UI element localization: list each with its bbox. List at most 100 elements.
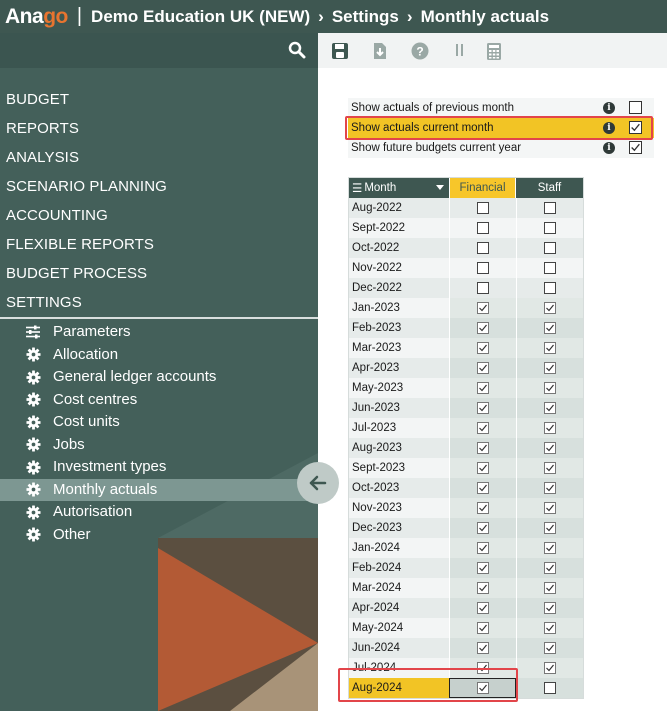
submenu-item-other[interactable]: Other bbox=[0, 524, 318, 547]
financial-checkbox[interactable] bbox=[477, 262, 489, 274]
table-row[interactable]: Dec-2022 bbox=[349, 278, 583, 298]
table-row[interactable]: Mar-2023 bbox=[349, 338, 583, 358]
staff-checkbox[interactable] bbox=[544, 302, 556, 314]
staff-checkbox[interactable] bbox=[544, 502, 556, 514]
staff-checkbox[interactable] bbox=[544, 642, 556, 654]
financial-checkbox[interactable] bbox=[477, 602, 489, 614]
table-row[interactable]: Oct-2023 bbox=[349, 478, 583, 498]
staff-checkbox[interactable] bbox=[544, 562, 556, 574]
staff-checkbox[interactable] bbox=[544, 402, 556, 414]
financial-checkbox[interactable] bbox=[477, 362, 489, 374]
financial-checkbox[interactable] bbox=[477, 522, 489, 534]
submenu-item-cost-units[interactable]: Cost units bbox=[0, 411, 318, 434]
table-row[interactable]: Jun-2024 bbox=[349, 638, 583, 658]
table-row[interactable]: May-2023 bbox=[349, 378, 583, 398]
staff-checkbox[interactable] bbox=[544, 622, 556, 634]
table-row[interactable]: Jan-2024 bbox=[349, 538, 583, 558]
option-checkbox[interactable] bbox=[629, 141, 642, 154]
submenu-item-jobs[interactable]: Jobs bbox=[0, 434, 318, 457]
download-icon[interactable] bbox=[370, 41, 390, 61]
staff-checkbox[interactable] bbox=[544, 242, 556, 254]
menu-item-flexible-reports[interactable]: FLEXIBLE REPORTS bbox=[0, 230, 318, 259]
staff-checkbox[interactable] bbox=[544, 222, 556, 234]
menu-item-analysis[interactable]: ANALYSIS bbox=[0, 143, 318, 172]
submenu-item-cost-centres[interactable]: Cost centres bbox=[0, 389, 318, 412]
submenu-item-allocation[interactable]: Allocation bbox=[0, 344, 318, 367]
staff-checkbox[interactable] bbox=[544, 342, 556, 354]
table-row[interactable]: Jul-2023 bbox=[349, 418, 583, 438]
submenu-item-investment-types[interactable]: Investment types bbox=[0, 456, 318, 479]
staff-checkbox[interactable] bbox=[544, 462, 556, 474]
info-icon[interactable]: i bbox=[603, 142, 615, 154]
financial-checkbox[interactable] bbox=[477, 442, 489, 454]
table-row[interactable]: Mar-2024 bbox=[349, 578, 583, 598]
breadcrumb-org[interactable]: Demo Education UK (NEW) bbox=[91, 7, 310, 27]
table-row[interactable]: Feb-2024 bbox=[349, 558, 583, 578]
staff-checkbox[interactable] bbox=[544, 442, 556, 454]
staff-checkbox[interactable] bbox=[544, 682, 556, 694]
table-row[interactable]: Feb-2023 bbox=[349, 318, 583, 338]
staff-checkbox[interactable] bbox=[544, 542, 556, 554]
financial-checkbox[interactable] bbox=[477, 462, 489, 474]
financial-checkbox[interactable] bbox=[477, 342, 489, 354]
columns-icon[interactable] bbox=[450, 41, 470, 61]
staff-checkbox[interactable] bbox=[544, 482, 556, 494]
save-icon[interactable] bbox=[330, 41, 350, 61]
staff-checkbox[interactable] bbox=[544, 262, 556, 274]
menu-item-budget-process[interactable]: BUDGET PROCESS bbox=[0, 259, 318, 288]
financial-checkbox[interactable] bbox=[477, 482, 489, 494]
staff-checkbox[interactable] bbox=[544, 282, 556, 294]
financial-checkbox[interactable] bbox=[477, 562, 489, 574]
staff-checkbox[interactable] bbox=[544, 202, 556, 214]
financial-checkbox[interactable] bbox=[477, 422, 489, 434]
option-checkbox[interactable] bbox=[629, 101, 642, 114]
table-row[interactable]: Dec-2023 bbox=[349, 518, 583, 538]
financial-checkbox[interactable] bbox=[477, 542, 489, 554]
submenu-item-general-ledger-accounts[interactable]: General ledger accounts bbox=[0, 366, 318, 389]
collapse-sidebar-button[interactable] bbox=[297, 462, 339, 504]
submenu-item-parameters[interactable]: Parameters bbox=[0, 321, 318, 344]
table-row[interactable]: Jan-2023 bbox=[349, 298, 583, 318]
table-row[interactable]: Nov-2023 bbox=[349, 498, 583, 518]
info-icon[interactable]: i bbox=[603, 102, 615, 114]
table-row[interactable]: Aug-2022 bbox=[349, 198, 583, 218]
menu-item-accounting[interactable]: ACCOUNTING bbox=[0, 201, 318, 230]
table-row[interactable]: Jun-2023 bbox=[349, 398, 583, 418]
financial-checkbox[interactable] bbox=[477, 382, 489, 394]
table-row[interactable]: Sept-2023 bbox=[349, 458, 583, 478]
menu-item-budget[interactable]: BUDGET bbox=[0, 85, 318, 114]
table-row[interactable]: Apr-2023 bbox=[349, 358, 583, 378]
table-row[interactable]: Oct-2022 bbox=[349, 238, 583, 258]
financial-checkbox[interactable] bbox=[477, 322, 489, 334]
menu-item-scenario-planning[interactable]: SCENARIO PLANNING bbox=[0, 172, 318, 201]
submenu-item-monthly-actuals[interactable]: Monthly actuals bbox=[0, 478, 318, 501]
financial-checkbox[interactable] bbox=[477, 202, 489, 214]
financial-checkbox[interactable] bbox=[477, 302, 489, 314]
table-row[interactable]: Aug-2023 bbox=[349, 438, 583, 458]
staff-checkbox[interactable] bbox=[544, 362, 556, 374]
financial-checkbox[interactable] bbox=[477, 582, 489, 594]
menu-item-reports[interactable]: REPORTS bbox=[0, 114, 318, 143]
financial-checkbox[interactable] bbox=[477, 282, 489, 294]
column-header-month[interactable]: ☰ Month bbox=[349, 178, 449, 198]
financial-checkbox[interactable] bbox=[477, 222, 489, 234]
menu-item-settings[interactable]: SETTINGS bbox=[0, 288, 318, 317]
financial-checkbox[interactable] bbox=[477, 402, 489, 414]
staff-checkbox[interactable] bbox=[544, 382, 556, 394]
staff-checkbox[interactable] bbox=[544, 602, 556, 614]
financial-checkbox[interactable] bbox=[477, 502, 489, 514]
staff-checkbox[interactable] bbox=[544, 582, 556, 594]
table-row[interactable]: Apr-2024 bbox=[349, 598, 583, 618]
chevron-down-icon[interactable] bbox=[436, 185, 444, 190]
anago-logo[interactable]: Ana go bbox=[5, 5, 68, 29]
calculator-icon[interactable] bbox=[484, 41, 504, 61]
table-row[interactable]: Sept-2022 bbox=[349, 218, 583, 238]
breadcrumb-section[interactable]: Settings bbox=[332, 7, 399, 27]
staff-checkbox[interactable] bbox=[544, 522, 556, 534]
submenu-item-autorisation[interactable]: Autorisation bbox=[0, 501, 318, 524]
financial-checkbox[interactable] bbox=[477, 622, 489, 634]
table-row[interactable]: May-2024 bbox=[349, 618, 583, 638]
column-header-financial[interactable]: Financial bbox=[449, 178, 516, 198]
financial-checkbox[interactable] bbox=[477, 242, 489, 254]
table-row[interactable]: Nov-2022 bbox=[349, 258, 583, 278]
